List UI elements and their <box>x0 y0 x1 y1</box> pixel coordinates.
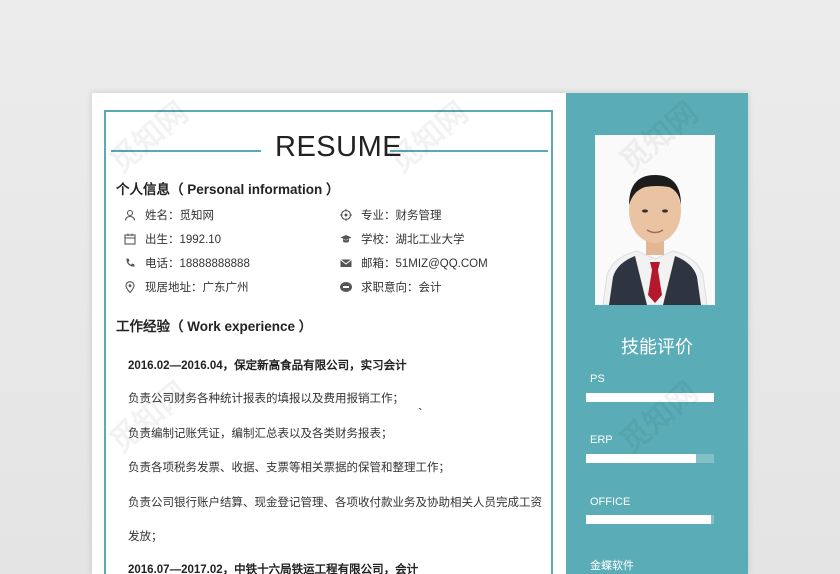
info-objective-text: 求职意向：会计 <box>361 282 442 294</box>
skill-name: ERP <box>590 434 613 446</box>
skill-bar-fill <box>586 515 712 524</box>
info-address-text: 现居地址：广东广州 <box>145 282 249 294</box>
info-phone-text: 电话：18888888888 <box>145 258 250 270</box>
stray-mark: ` <box>418 405 423 421</box>
job-badge-icon <box>340 281 352 293</box>
resume-header: RESUME <box>92 131 548 167</box>
info-email-text: 邮箱：51MIZ@QQ.COM <box>361 258 488 270</box>
job-duty: 发放； <box>128 531 163 543</box>
info-school: 学校：湖北工业大学 <box>340 231 465 247</box>
job-duty: 负责公司银行账户结算、现金登记管理、各项收付款业务及协助相关人员完成工资 <box>128 497 542 509</box>
info-phone: 电话：18888888888 <box>124 255 250 271</box>
info-major-text: 专业：财务管理 <box>361 210 442 222</box>
skill-name: PS <box>590 373 605 385</box>
info-address: 现居地址：广东广州 <box>124 279 249 295</box>
info-objective: 求职意向：会计 <box>340 279 442 295</box>
mail-icon <box>340 257 352 269</box>
graduation-cap-icon <box>340 233 352 245</box>
calendar-icon <box>124 233 136 245</box>
info-email: 邮箱：51MIZ@QQ.COM <box>340 255 488 271</box>
resume-title: RESUME <box>275 131 403 163</box>
info-major: 专业：财务管理 <box>340 207 442 223</box>
job-title: 2016.02—2016.04，保定新高食品有限公司，实习会计 <box>128 360 407 372</box>
sidebar: 技能评价 PS ERP OFFICE 金蝶软件 <box>566 93 748 574</box>
resume-document: RESUME 个人信息（ Personal information ） 姓名：觅… <box>92 93 748 574</box>
info-name-text: 姓名：觅知网 <box>145 210 214 222</box>
info-birth-text: 出生：1992.10 <box>145 234 222 246</box>
skill-bar-fill <box>586 454 697 463</box>
info-school-text: 学校：湖北工业大学 <box>361 234 465 246</box>
job-duty: 负责编制记账凭证，编制汇总表以及各类财务报表； <box>128 428 393 440</box>
skill-name: 金蝶软件 <box>590 560 634 572</box>
profile-photo <box>595 135 715 306</box>
phone-icon <box>124 257 136 269</box>
skill-bar <box>586 454 714 463</box>
job-title: 2016.07—2017.02，中铁十六局铁运工程有限公司，会计 <box>128 564 419 574</box>
skills-heading: 技能评价 <box>621 337 693 357</box>
location-icon <box>124 281 136 293</box>
skill-name: OFFICE <box>590 496 631 508</box>
info-name: 姓名：觅知网 <box>124 207 214 223</box>
job-duty: 负责各项税务发票、收据、支票等相关票据的保管和整理工作； <box>128 462 450 474</box>
target-icon <box>340 209 352 221</box>
job-duty: 负责公司财务各种统计报表的填报以及费用报销工作； <box>128 393 404 405</box>
title-line-right <box>390 150 548 152</box>
personal-info-heading: 个人信息（ Personal information ） <box>116 182 340 197</box>
skill-bar <box>586 515 714 524</box>
skill-bar <box>586 393 714 402</box>
person-icon <box>124 209 136 221</box>
skill-bar-fill <box>586 393 714 402</box>
work-experience-heading: 工作经验（ Work experience ） <box>116 319 313 334</box>
info-birth: 出生：1992.10 <box>124 231 221 247</box>
title-line-left <box>111 150 261 152</box>
